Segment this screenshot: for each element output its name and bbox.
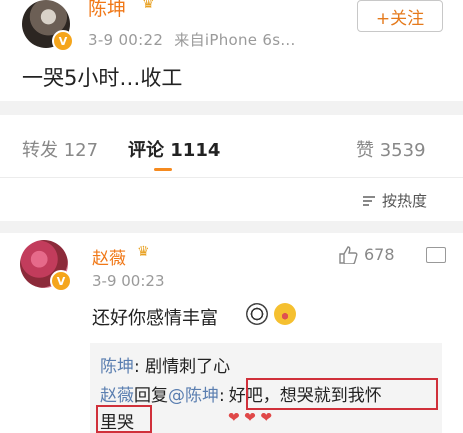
author-name[interactable]: 陈坤 <box>88 0 126 21</box>
tab-repost[interactable]: 转发 127 <box>22 136 98 162</box>
comment-time: 3-9 00:23 <box>92 272 165 290</box>
sort-by-hot-button[interactable]: 按热度 <box>362 190 427 211</box>
reply-text: : 剧情刺了心 <box>134 357 231 377</box>
reply-mention[interactable]: @陈坤 <box>168 386 219 406</box>
author-avatar[interactable]: V <box>22 0 74 52</box>
reply-separator: : <box>219 386 225 406</box>
reply-item[interactable]: 陈坤: 剧情刺了心 <box>100 352 230 377</box>
tabs-divider <box>0 177 463 178</box>
post-text: 一哭5小时…收工 <box>22 66 183 90</box>
reply-author[interactable]: 陈坤 <box>100 357 134 377</box>
member-crown-icon: ♛ <box>142 0 155 12</box>
tab-comments[interactable]: 评论 1114 <box>128 136 220 162</box>
reply-comment-icon[interactable] <box>426 247 446 263</box>
highlight-box <box>246 378 438 410</box>
verified-badge-icon: V <box>50 270 72 292</box>
commenter-avatar[interactable]: V <box>20 240 72 292</box>
member-crown-icon: ♛ <box>137 244 150 260</box>
emoji-icon <box>274 303 296 325</box>
like-count: 678 <box>364 245 395 264</box>
sort-label: 按热度 <box>382 192 428 210</box>
emoji-icon <box>246 303 268 325</box>
reply-author[interactable]: 赵薇 <box>100 386 134 406</box>
sort-icon <box>363 195 375 206</box>
section-divider <box>0 221 463 233</box>
post-meta: 3-9 00:22 来自iPhone 6s... <box>88 29 296 50</box>
tab-likes[interactable]: 赞 3539 <box>356 136 426 162</box>
commenter-name[interactable]: 赵薇 <box>92 244 126 269</box>
post-source: 来自iPhone 6s... <box>174 31 296 49</box>
comment-text: 还好你感情丰富 <box>92 308 218 329</box>
reply-verb: 回复 <box>134 386 168 406</box>
comment-like-button[interactable]: 678 <box>338 245 395 264</box>
highlight-box <box>96 405 152 433</box>
verified-badge-icon: V <box>52 30 74 52</box>
post-time: 3-9 00:22 <box>88 31 164 49</box>
section-divider <box>0 101 463 115</box>
thumbs-up-icon <box>339 245 358 264</box>
follow-button[interactable]: +关注 <box>357 0 443 32</box>
active-tab-indicator <box>154 168 172 171</box>
